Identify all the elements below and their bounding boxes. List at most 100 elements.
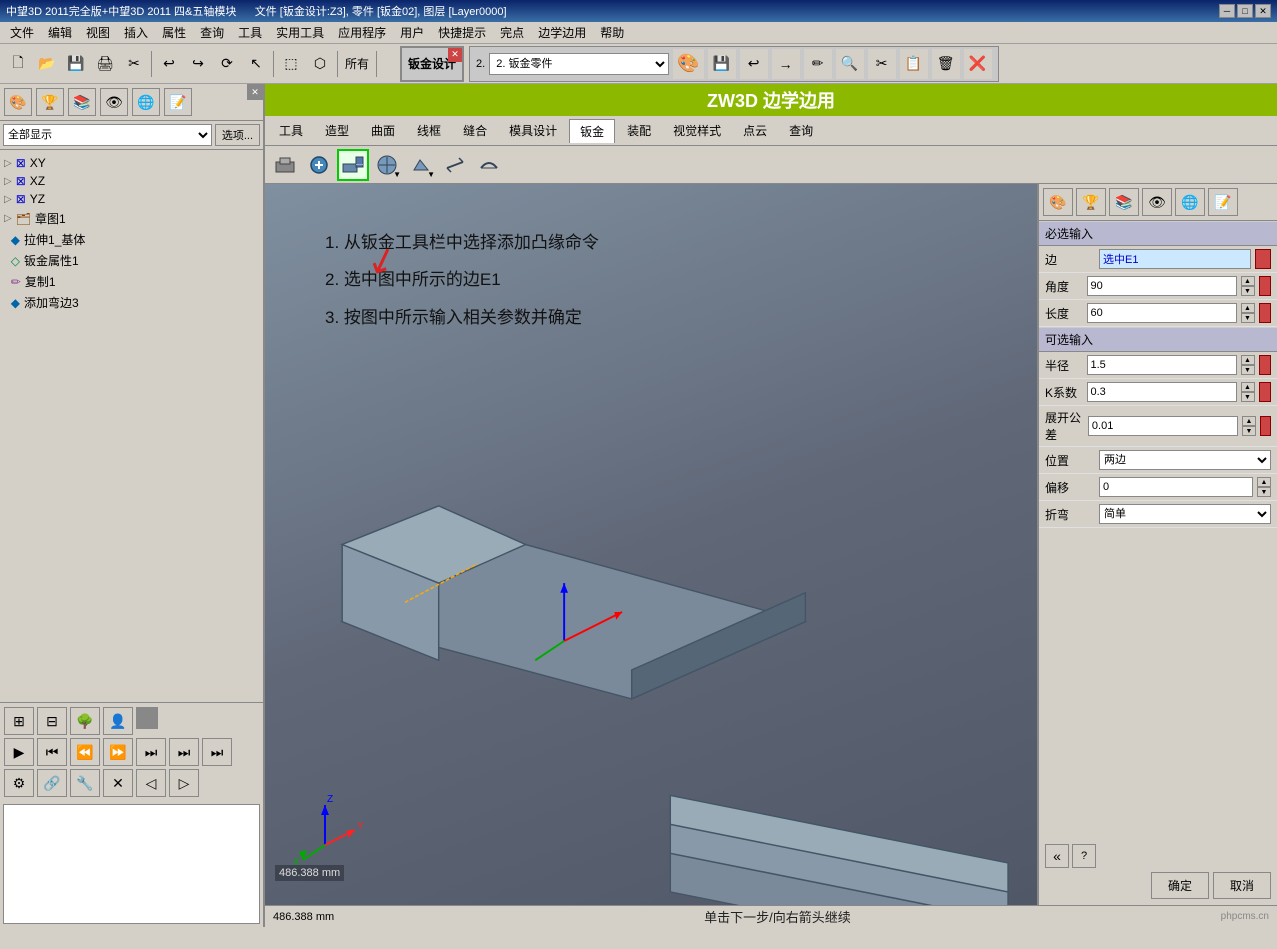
tb-cut[interactable]: ✂ (120, 49, 148, 79)
bb-person[interactable]: 👤 (103, 707, 133, 735)
sm-tool-1[interactable] (269, 149, 301, 181)
display-combo[interactable]: 全部显示 (3, 124, 212, 146)
unfold-up[interactable]: ▲ (1242, 416, 1256, 426)
rp-icon-book[interactable]: 📚 (1109, 188, 1139, 216)
menu-file[interactable]: 文件 (4, 22, 40, 43)
tb-print[interactable]: 🖨 (91, 49, 119, 79)
kfactor-input[interactable] (1087, 382, 1237, 402)
offset-down[interactable]: ▼ (1257, 487, 1271, 497)
menu-view[interactable]: 视图 (80, 22, 116, 43)
lp-icon6[interactable]: 📝 (164, 88, 192, 116)
kfactor-down[interactable]: ▼ (1241, 392, 1255, 402)
cancel-button[interactable]: 取消 (1213, 872, 1271, 899)
menu-insert[interactable]: 插入 (118, 22, 154, 43)
tree-item-xy[interactable]: ▷ ⊠ XY (4, 154, 259, 172)
rp-icon-eye[interactable]: 👁 (1142, 188, 1172, 216)
angle-red-btn[interactable] (1259, 276, 1272, 296)
length-input[interactable] (1087, 303, 1237, 323)
sm-btn9[interactable]: 🗑 (932, 49, 960, 79)
tb-save[interactable]: 💾 (62, 49, 90, 79)
bb-rect[interactable] (136, 707, 158, 729)
tree-item-copy[interactable]: ✏ 复制1 (4, 271, 259, 292)
bb-play[interactable]: ▶ (4, 738, 34, 766)
sm-close-btn[interactable]: ✕ (448, 48, 462, 62)
offset-input[interactable] (1099, 477, 1253, 497)
bb-link[interactable]: 🔗 (37, 769, 67, 797)
tb-undo[interactable]: ↩ (155, 49, 183, 79)
bend-combo[interactable]: 简单 材料内 材料外 (1099, 504, 1271, 524)
confirm-button[interactable]: 确定 (1151, 872, 1209, 899)
sm-btn4[interactable]: → (772, 49, 800, 79)
menu-user[interactable]: 用户 (394, 22, 430, 43)
sm-btn6[interactable]: 🔍 (836, 49, 864, 79)
tab-pointcloud[interactable]: 点云 (733, 119, 777, 142)
tab-tools[interactable]: 工具 (269, 119, 313, 142)
bb-prev[interactable]: ⏮ (37, 738, 67, 766)
unfold-red-btn[interactable] (1260, 416, 1271, 436)
edge-red-btn[interactable] (1255, 249, 1271, 269)
tab-visual[interactable]: 视觉样式 (663, 119, 731, 142)
bb-fastback[interactable]: ⏪ (70, 738, 100, 766)
tab-modeling[interactable]: 造型 (315, 119, 359, 142)
tb-cursor[interactable]: ↖ (242, 49, 270, 79)
position-combo[interactable]: 两边 内侧 外侧 (1099, 450, 1271, 470)
kfactor-red-btn[interactable] (1259, 382, 1272, 402)
sm-btn8[interactable]: 📋 (900, 49, 928, 79)
left-panel-close[interactable]: ✕ (247, 84, 263, 100)
tb-polygon[interactable]: ⬡ (306, 49, 334, 79)
menu-learn[interactable]: 边学边用 (532, 22, 592, 43)
menu-props[interactable]: 属性 (156, 22, 192, 43)
kfactor-up[interactable]: ▲ (1241, 382, 1255, 392)
radius-red-btn[interactable] (1259, 355, 1272, 375)
radius-input[interactable] (1087, 355, 1237, 375)
rp-icon-note[interactable]: 📝 (1208, 188, 1238, 216)
tab-query[interactable]: 查询 (779, 119, 823, 142)
sm-tool-5[interactable]: ▼ (405, 149, 437, 181)
menu-help[interactable]: 帮助 (594, 22, 630, 43)
tab-assembly[interactable]: 装配 (617, 119, 661, 142)
sm-tool-6[interactable] (439, 149, 471, 181)
viewport[interactable]: 1. 从钣金工具栏中选择添加凸缘命令 2. 选中图中所示的边E1 3. 按图中所… (265, 184, 1037, 905)
unfold-input[interactable] (1088, 416, 1238, 436)
length-up[interactable]: ▲ (1241, 303, 1255, 313)
sm-btn7[interactable]: ✂ (868, 49, 896, 79)
bb-delete[interactable]: ✕ (103, 769, 133, 797)
sm-btn5[interactable]: ✏ (804, 49, 832, 79)
menu-query[interactable]: 查询 (194, 22, 230, 43)
menu-tools[interactable]: 工具 (232, 22, 268, 43)
bb-back[interactable]: ◁ (136, 769, 166, 797)
maximize-button[interactable]: □ (1237, 4, 1253, 18)
tree-item-xz[interactable]: ▷ ⊠ XZ (4, 172, 259, 190)
tab-surface[interactable]: 曲面 (361, 119, 405, 142)
bb-next[interactable]: ⏭ (136, 738, 166, 766)
tb-select[interactable]: ⬚ (277, 49, 305, 79)
tree-item-chapter1[interactable]: ▷ 🗂 章图1 (4, 208, 259, 229)
tree-item-props[interactable]: ◇ 钣金属性1 (4, 250, 259, 271)
sm-btn1[interactable]: 🎨 (673, 49, 703, 79)
bb-settings[interactable]: ⚙ (4, 769, 34, 797)
angle-up[interactable]: ▲ (1241, 276, 1255, 286)
tree-item-yz[interactable]: ▷ ⊠ YZ (4, 190, 259, 208)
rp-icon-paint[interactable]: 🎨 (1043, 188, 1073, 216)
rp-icon-globe[interactable]: 🌐 (1175, 188, 1205, 216)
radius-down[interactable]: ▼ (1241, 365, 1255, 375)
tree-item-flange[interactable]: ◆ 添加弯边3 (4, 292, 259, 313)
tab-sheetmetal[interactable]: 钣金 (569, 119, 615, 143)
angle-down[interactable]: ▼ (1241, 286, 1255, 296)
sm-add-flange-btn[interactable] (337, 149, 369, 181)
tb-rotate[interactable]: ⟳ (213, 49, 241, 79)
length-red-btn[interactable] (1259, 303, 1272, 323)
angle-input[interactable] (1087, 276, 1237, 296)
offset-up[interactable]: ▲ (1257, 477, 1271, 487)
tb-open[interactable]: 📂 (33, 49, 61, 79)
lp-icon1[interactable]: 🎨 (4, 88, 32, 116)
sm-tool-2[interactable] (303, 149, 335, 181)
tb-redo[interactable]: ↪ (184, 49, 212, 79)
length-down[interactable]: ▼ (1241, 313, 1255, 323)
bb-fastfwd[interactable]: ⏩ (103, 738, 133, 766)
lp-icon5[interactable]: 🌐 (132, 88, 160, 116)
bb-fwd2[interactable]: ▷ (169, 769, 199, 797)
bb-grid[interactable]: ⊞ (4, 707, 34, 735)
menu-edit[interactable]: 编辑 (42, 22, 78, 43)
rp-help-btn[interactable]: ? (1072, 844, 1096, 868)
